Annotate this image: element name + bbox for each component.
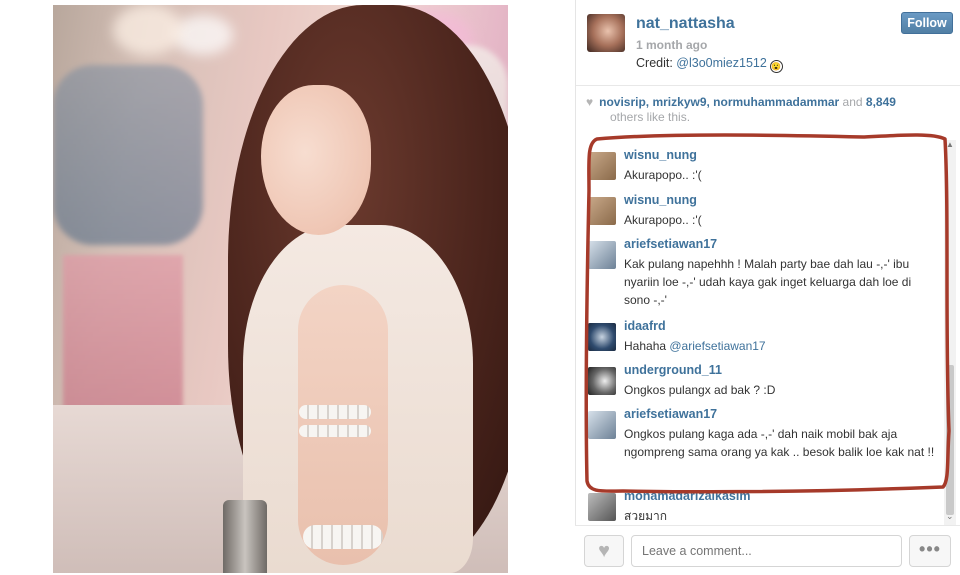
pearl-bracelet xyxy=(303,525,383,549)
scroll-thumb[interactable] xyxy=(946,365,954,515)
comment-username[interactable]: idaafrd xyxy=(624,319,666,333)
post-username[interactable]: nat_nattasha xyxy=(636,15,735,33)
comment-username[interactable]: mohamadarizalkasim xyxy=(624,489,750,503)
bracelet xyxy=(299,425,371,437)
comment-avatar[interactable] xyxy=(588,197,616,225)
comment-text: Kak pulang napehhh ! Malah party bae dah… xyxy=(624,257,912,307)
likes-count[interactable]: 8,849 xyxy=(866,95,896,109)
comment-text: Akurapopo.. :'( xyxy=(624,213,702,227)
comment-footer: ♥ ••• xyxy=(575,525,960,575)
stanchion-post xyxy=(223,500,267,573)
scroll-down-arrow-icon[interactable]: ⌄ xyxy=(946,511,954,522)
post-caption: Credit: @l3o0miez1512 😮 xyxy=(636,56,783,73)
background-stand xyxy=(63,255,183,415)
follow-button[interactable]: Follow xyxy=(901,12,953,34)
comment-username[interactable]: underground_11 xyxy=(624,363,722,377)
comment-username[interactable]: ariefsetiawan17 xyxy=(624,237,717,251)
face xyxy=(261,85,371,235)
comment-text: สวยมาก xyxy=(624,509,668,523)
likes-and: and xyxy=(839,95,866,109)
comment-text-prefix: Hahaha xyxy=(624,339,670,353)
likes-summary: ♥ novisrip, mrizkyw9, normuhammadammar an… xyxy=(586,95,946,125)
comment-text: Ongkos pulang kaga ada -,-' dah naik mob… xyxy=(624,427,935,459)
post-photo[interactable] xyxy=(53,5,508,573)
surprised-emoji-icon: 😮 xyxy=(769,60,783,73)
photo-area xyxy=(0,0,574,575)
post-details-panel: nat_nattasha 1 month ago Credit: @l3o0mi… xyxy=(575,0,960,575)
comment-item: idaafrd Hahaha @ariefsetiawan17 xyxy=(588,319,943,363)
background-crowd xyxy=(53,65,203,245)
comment-input[interactable] xyxy=(631,535,902,567)
comment-avatar[interactable] xyxy=(588,323,616,351)
comment-avatar[interactable] xyxy=(588,241,616,269)
comment-mention[interactable]: @ariefsetiawan17 xyxy=(669,339,765,353)
comment-username[interactable]: wisnu_nung xyxy=(624,193,697,207)
comment-item: wisnu_nung Akurapopo.. :'( xyxy=(588,193,943,237)
comment-username[interactable]: ariefsetiawan17 xyxy=(624,407,717,421)
comment-avatar[interactable] xyxy=(588,493,616,521)
post-header: nat_nattasha 1 month ago Credit: @l3o0mi… xyxy=(576,0,960,86)
post-timestamp[interactable]: 1 month ago xyxy=(636,38,707,52)
heart-icon: ♥ xyxy=(598,540,610,562)
likers-list[interactable]: novisrip, mrizkyw9, normuhammadammar xyxy=(599,95,839,109)
bracelet xyxy=(299,405,371,419)
more-options-button[interactable]: ••• xyxy=(909,535,951,567)
comment-item: ariefsetiawan17 Kak pulang napehhh ! Mal… xyxy=(588,237,943,317)
scroll-up-arrow-icon[interactable]: ▲ xyxy=(946,140,954,149)
comment-item: mohamadarizalkasim สวยมาก xyxy=(588,489,943,525)
comment-avatar[interactable] xyxy=(588,367,616,395)
caption-text: Credit: xyxy=(636,56,677,70)
comments-scrollbar[interactable]: ▲ ⌄ xyxy=(944,140,956,525)
bokeh-light xyxy=(113,5,183,55)
comment-item: ariefsetiawan17 Ongkos pulang kaga ada -… xyxy=(588,407,943,487)
caption-mention[interactable]: @l3o0miez1512 xyxy=(676,56,767,70)
comment-avatar[interactable] xyxy=(588,411,616,439)
comment-username[interactable]: wisnu_nung xyxy=(624,148,697,162)
likes-suffix: others like this. xyxy=(610,110,691,124)
comment-list: wisnu_nung Akurapopo.. :'( wisnu_nung Ak… xyxy=(576,140,951,525)
like-heart-button[interactable]: ♥ xyxy=(584,535,624,567)
comment-avatar[interactable] xyxy=(588,152,616,180)
comment-text: Ongkos pulangx ad bak ? :D xyxy=(624,383,776,397)
avatar[interactable] xyxy=(587,14,625,52)
comment-item: underground_11 Ongkos pulangx ad bak ? :… xyxy=(588,363,943,407)
heart-icon: ♥ xyxy=(586,95,594,109)
comment-item: wisnu_nung Akurapopo.. :'( xyxy=(588,148,943,192)
comment-text: Akurapopo.. :'( xyxy=(624,168,702,182)
comment-text: Hahaha @ariefsetiawan17 xyxy=(624,337,939,355)
